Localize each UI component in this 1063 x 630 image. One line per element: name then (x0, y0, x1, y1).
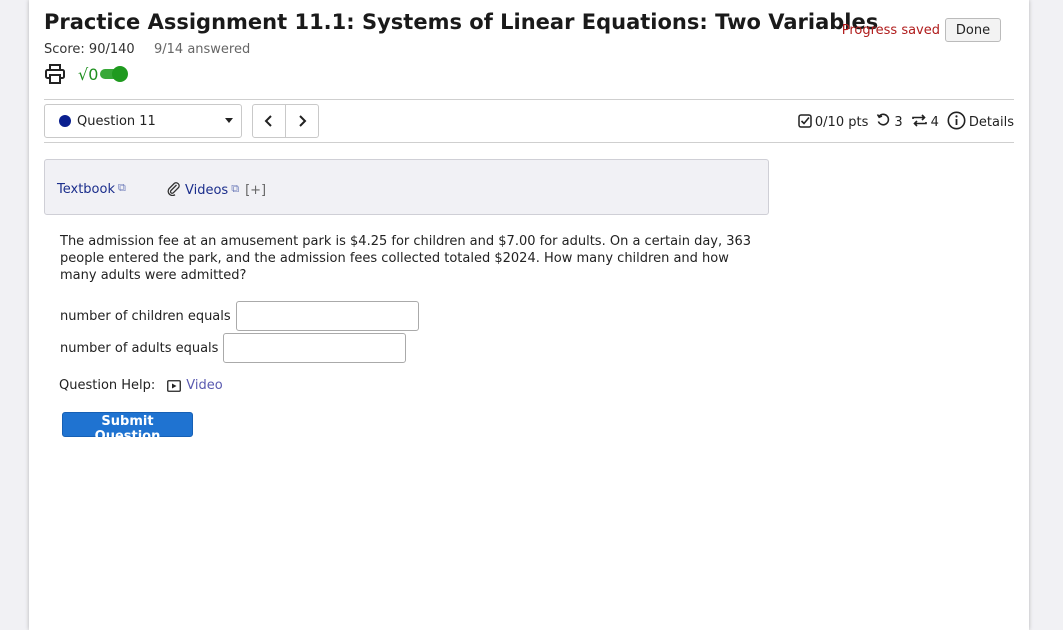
textbook-label: Textbook (57, 182, 115, 197)
question-help-label: Question Help: (59, 378, 156, 393)
math-entry-toggle[interactable]: √0 (78, 64, 129, 84)
sqrt-icon: √0 (78, 64, 99, 84)
retries-count: 3 (894, 115, 903, 130)
help-video-label: Video (186, 378, 223, 393)
previous-question-button[interactable] (252, 104, 286, 138)
question-selector-label: Question 11 (77, 113, 156, 129)
tool-icons-row: √0 (44, 62, 129, 86)
answered-count: 9/14 answered (154, 42, 251, 57)
question-selector[interactable]: Question 11 (44, 104, 242, 138)
page-title: Practice Assignment 11.1: Systems of Lin… (44, 10, 879, 34)
done-button[interactable]: Done (945, 18, 1001, 42)
resources-panel: Textbook ⧉ Videos ⧉ [+] (44, 159, 769, 215)
toggle-switch (100, 66, 129, 82)
help-video-link[interactable]: Video (167, 378, 223, 393)
question-help: Question Help: Video (59, 378, 223, 393)
chevron-right-icon (299, 115, 307, 127)
adults-answer-row: number of adults equals (60, 333, 407, 363)
children-answer-row: number of children equals (60, 301, 419, 331)
score-text: Score: 90/140 (44, 42, 135, 57)
status-dot-icon (59, 115, 71, 127)
retry-icon (876, 113, 891, 132)
progress-status: Progress saved (841, 23, 940, 38)
attempts-icon (911, 113, 928, 132)
divider (44, 142, 1014, 143)
paperclip-icon (167, 182, 180, 197)
chevron-down-icon (225, 118, 233, 123)
question-text: The admission fee at an amusement park i… (60, 234, 752, 283)
attempts-count: 4 (930, 115, 939, 130)
checkbox-icon (798, 113, 812, 132)
assignment-page: Practice Assignment 11.1: Systems of Lin… (29, 0, 1029, 630)
details-link[interactable]: Details (969, 115, 1014, 130)
adults-input[interactable] (223, 333, 407, 363)
external-link-icon: ⧉ (117, 181, 126, 194)
expand-resources-toggle[interactable]: [+] (245, 183, 266, 198)
submit-question-button[interactable]: Submit Question (62, 412, 193, 444)
videos-link[interactable]: Videos ⧉ [+] (166, 181, 266, 198)
external-link-icon: ⧉ (231, 182, 240, 195)
question-meta: 0/10 pts 3 4 Details (798, 111, 1014, 134)
children-input[interactable] (235, 301, 419, 331)
videos-label: Videos (185, 183, 229, 198)
divider (44, 99, 1014, 100)
adults-label: number of adults equals (60, 340, 219, 356)
next-question-button[interactable] (285, 104, 319, 138)
points-text: 0/10 pts (814, 115, 869, 130)
textbook-link[interactable]: Textbook ⧉ (57, 181, 126, 197)
chevron-left-icon (264, 115, 272, 127)
info-icon[interactable] (947, 111, 966, 134)
children-label: number of children equals (60, 308, 231, 324)
print-icon[interactable] (44, 63, 66, 85)
video-play-icon (167, 379, 182, 392)
